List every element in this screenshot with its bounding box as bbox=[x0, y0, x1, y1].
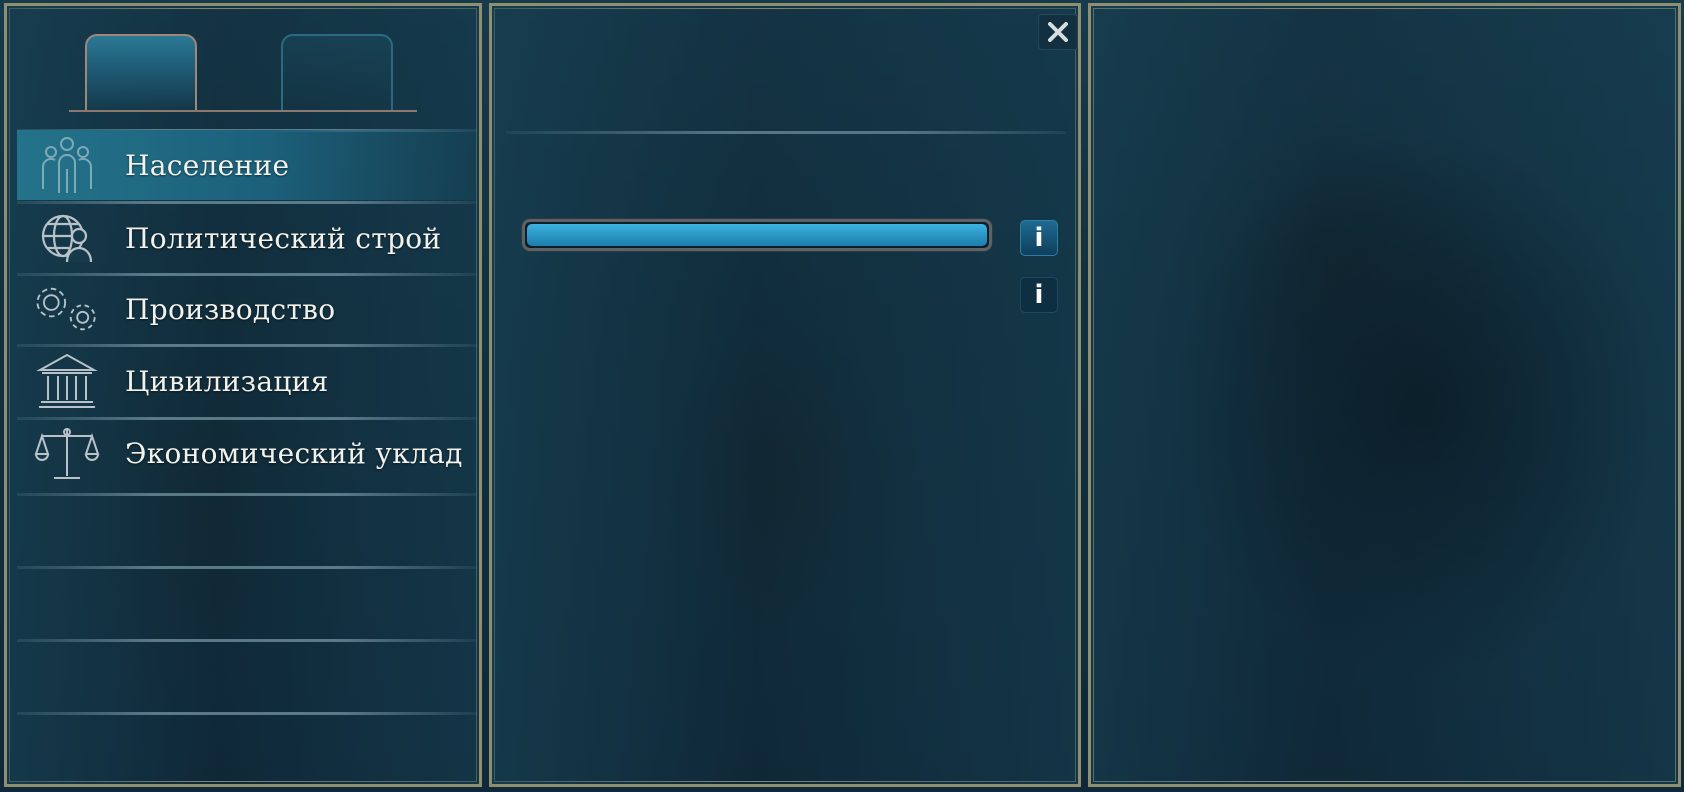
gears-icon bbox=[31, 278, 103, 340]
menu-item-label: Цивилизация bbox=[125, 364, 329, 398]
tab-baseline bbox=[69, 110, 417, 112]
progress-fill bbox=[527, 224, 987, 246]
menu-item-production[interactable]: Производство bbox=[17, 274, 477, 344]
info-icon: i bbox=[1034, 223, 1044, 253]
menu-item-economic-order[interactable]: Экономический уклад bbox=[17, 418, 477, 488]
menu-item-population[interactable]: Население bbox=[17, 130, 477, 200]
menu-divider bbox=[17, 566, 477, 569]
tab-categories[interactable] bbox=[85, 34, 197, 112]
temple-icon bbox=[31, 350, 103, 412]
info-button[interactable]: i bbox=[1020, 277, 1058, 313]
preview-panel bbox=[1088, 3, 1681, 787]
menu-divider bbox=[17, 493, 477, 496]
menu-item-label: Население bbox=[125, 148, 290, 182]
menu-item-civilization[interactable]: Цивилизация bbox=[17, 346, 477, 416]
menu-divider bbox=[17, 639, 477, 642]
info-button[interactable]: i bbox=[1020, 220, 1058, 256]
close-icon bbox=[1048, 22, 1068, 42]
details-divider bbox=[506, 131, 1066, 134]
category-panel: Население Политический строй Производств… bbox=[4, 3, 482, 787]
scales-icon bbox=[31, 422, 103, 484]
progress-bar bbox=[522, 219, 992, 251]
tab-secondary[interactable] bbox=[281, 34, 393, 110]
menu-item-political-system[interactable]: Политический строй bbox=[17, 203, 477, 273]
close-button[interactable] bbox=[1038, 14, 1078, 50]
population-icon bbox=[31, 134, 103, 196]
menu-divider bbox=[17, 712, 477, 715]
menu-item-label: Политический строй bbox=[125, 221, 442, 255]
menu-item-label: Экономический уклад bbox=[125, 436, 463, 470]
info-icon: i bbox=[1034, 280, 1044, 310]
globe-person-icon bbox=[31, 207, 103, 269]
details-panel: i i bbox=[489, 3, 1081, 787]
menu-item-label: Производство bbox=[125, 292, 336, 326]
